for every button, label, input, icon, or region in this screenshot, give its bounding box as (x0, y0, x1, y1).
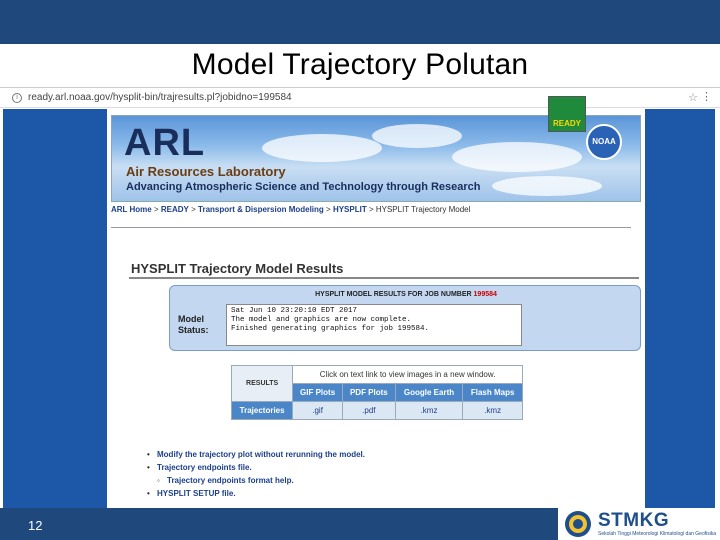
breadcrumb-divider (111, 227, 631, 228)
link-endpoints-file[interactable]: Trajectory endpoints file. (147, 463, 365, 472)
job-number: 199584 (473, 291, 497, 298)
arl-logo: ARL (124, 122, 206, 164)
breadcrumb-hysplit[interactable]: HYSPLIT (333, 205, 367, 214)
breadcrumb: ARL Home > READY > Transport & Dispersio… (111, 205, 471, 214)
stmkg-emblem-icon (565, 511, 591, 537)
links-list: Modify the trajectory plot without rerun… (147, 450, 365, 502)
row-trajectories: Trajectories (230, 401, 294, 420)
web-page: ARL Air Resources Laboratory Advancing A… (107, 109, 645, 508)
click-instruction: Click on text link to view images in a n… (292, 365, 523, 384)
top-band (0, 0, 720, 44)
page-number: 12 (28, 518, 43, 533)
link-setup-file[interactable]: HYSPLIT SETUP file. (147, 489, 365, 498)
job-line: HYSPLIT MODEL RESULTS FOR JOB NUMBER 199… (170, 291, 642, 298)
link-modify-plot[interactable]: Modify the trajectory plot without rerun… (147, 450, 365, 459)
slide: Model Trajectory Polutan i ready.arl.noa… (0, 0, 720, 540)
results-label: RESULTS (230, 365, 294, 402)
status-wrapper: Sat Jun 10 23:20:10 EDT 2017 The model a… (226, 304, 522, 346)
noaa-badge-icon[interactable]: NOAA (586, 124, 622, 160)
breadcrumb-current: HYSPLIT Trajectory Model (375, 205, 471, 214)
header-pdf: PDF Plots (341, 383, 396, 402)
breadcrumb-ready[interactable]: READY (161, 205, 189, 214)
cloud-shape (452, 142, 582, 172)
link-google-earth[interactable]: .kmz (394, 401, 464, 420)
status-textarea[interactable]: Sat Jun 10 23:20:10 EDT 2017 The model a… (226, 304, 522, 346)
url-text[interactable]: ready.arl.noaa.gov/hysplit-bin/trajresul… (28, 92, 292, 103)
cloud-shape (262, 134, 382, 162)
header-google-earth: Google Earth (394, 383, 464, 402)
menu-icon[interactable]: ⋮ (701, 90, 712, 103)
info-icon[interactable]: i (12, 92, 22, 103)
arl-full-name: Air Resources Laboratory (126, 164, 286, 179)
header-flash-maps: Flash Maps (462, 383, 523, 402)
cloud-shape (372, 124, 462, 148)
results-divider (129, 277, 639, 279)
arl-tagline: Advancing Atmospheric Science and Techno… (126, 181, 481, 193)
slide-title: Model Trajectory Polutan (191, 48, 529, 81)
stmkg-text: STMKG Sekolah Tinggi Meteorologi Klimato… (598, 510, 717, 538)
cloud-shape (492, 176, 602, 196)
address-bar[interactable]: i ready.arl.noaa.gov/hysplit-bin/trajres… (0, 88, 720, 108)
results-title: HYSPLIT Trajectory Model Results (131, 261, 344, 276)
header-gif: GIF Plots (292, 383, 343, 402)
breadcrumb-arl-home[interactable]: ARL Home (111, 205, 152, 214)
link-gif[interactable]: .gif (292, 401, 343, 420)
ready-logo[interactable]: READY (548, 96, 586, 132)
star-icon[interactable]: ☆ (688, 91, 698, 104)
status-panel: HYSPLIT MODEL RESULTS FOR JOB NUMBER 199… (169, 285, 641, 351)
job-prefix: HYSPLIT MODEL RESULTS FOR JOB NUMBER (315, 291, 472, 298)
stmkg-logo: STMKG Sekolah Tinggi Meteorologi Klimato… (558, 508, 720, 540)
link-pdf[interactable]: .pdf (341, 401, 396, 420)
results-table: RESULTS Click on text link to view image… (230, 365, 523, 420)
model-status-label: Model Status: (178, 314, 209, 335)
link-flash-maps[interactable]: .kmz (462, 401, 523, 420)
stmkg-name: STMKG (598, 510, 670, 531)
stmkg-subtext: Sekolah Tinggi Meteorologi Klimatologi d… (598, 531, 717, 537)
link-endpoints-format[interactable]: Trajectory endpoints format help. (157, 476, 365, 485)
breadcrumb-transport[interactable]: Transport & Dispersion Modeling (198, 205, 324, 214)
